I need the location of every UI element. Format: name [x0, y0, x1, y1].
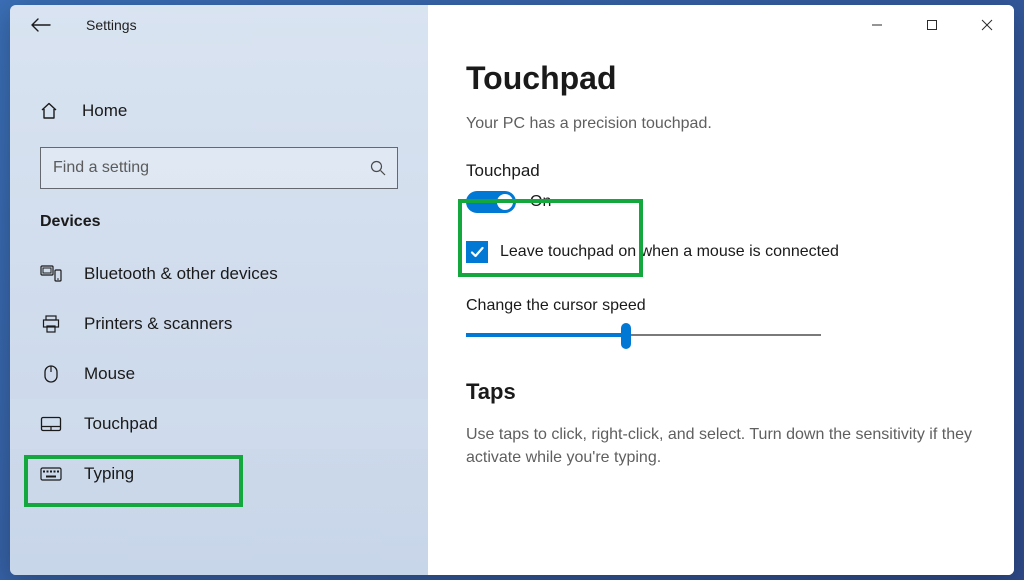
titlebar: Settings	[10, 5, 428, 45]
sidebar-item-label: Typing	[84, 464, 134, 484]
page-subtitle: Your PC has a precision touchpad.	[466, 115, 994, 133]
slider-track-empty	[626, 334, 821, 336]
back-button[interactable]	[28, 12, 54, 38]
taps-description: Use taps to click, right-click, and sele…	[466, 423, 994, 469]
checkbox-label: Leave touchpad on when a mouse is connec…	[500, 243, 839, 261]
printer-icon	[40, 313, 62, 335]
sidebar-nav-list: Bluetooth & other devices Printers & sca…	[10, 249, 428, 499]
leave-touchpad-checkbox[interactable]	[466, 241, 488, 263]
sidebar-item-label: Touchpad	[84, 414, 158, 434]
sidebar-item-touchpad[interactable]: Touchpad	[10, 399, 428, 449]
search-input[interactable]	[53, 159, 369, 177]
page-title: Touchpad	[466, 60, 994, 97]
sidebar-item-label: Printers & scanners	[84, 314, 232, 334]
settings-window: Settings Home Devices Bluetooth & other …	[10, 5, 1014, 575]
sidebar-item-typing[interactable]: Typing	[10, 449, 428, 499]
sidebar-item-label: Bluetooth & other devices	[84, 264, 278, 284]
home-icon	[38, 100, 60, 122]
content-pane: Touchpad Your PC has a precision touchpa…	[428, 5, 1014, 575]
touchpad-icon	[40, 413, 62, 435]
cursor-speed-label: Change the cursor speed	[466, 297, 994, 315]
window-controls	[849, 5, 1014, 45]
sidebar-item-mouse[interactable]: Mouse	[10, 349, 428, 399]
mouse-icon	[40, 363, 62, 385]
sidebar-item-home[interactable]: Home	[10, 89, 428, 133]
keyboard-icon	[40, 463, 62, 485]
cursor-speed-slider[interactable]	[466, 333, 821, 337]
minimize-button[interactable]	[849, 5, 904, 45]
slider-track-filled	[466, 333, 626, 337]
maximize-button[interactable]	[904, 5, 959, 45]
window-title: Settings	[86, 17, 137, 33]
bluetooth-devices-icon	[40, 263, 62, 285]
touchpad-toggle[interactable]	[466, 191, 516, 213]
search-box[interactable]	[40, 147, 398, 189]
toggle-label: Touchpad	[466, 161, 994, 181]
close-button[interactable]	[959, 5, 1014, 45]
sidebar-item-label: Home	[82, 101, 127, 121]
sidebar-category-label: Devices	[40, 213, 428, 231]
touchpad-toggle-section: Touchpad On	[466, 161, 994, 213]
sidebar-item-label: Mouse	[84, 364, 135, 384]
sidebar: Settings Home Devices Bluetooth & other …	[10, 5, 428, 575]
leave-touchpad-checkbox-row: Leave touchpad on when a mouse is connec…	[466, 241, 994, 263]
slider-thumb[interactable]	[621, 323, 631, 349]
sidebar-item-printers[interactable]: Printers & scanners	[10, 299, 428, 349]
sidebar-item-bluetooth[interactable]: Bluetooth & other devices	[10, 249, 428, 299]
toggle-knob	[497, 194, 513, 210]
taps-heading: Taps	[466, 379, 994, 405]
search-icon	[369, 159, 387, 177]
toggle-state-label: On	[530, 193, 551, 211]
